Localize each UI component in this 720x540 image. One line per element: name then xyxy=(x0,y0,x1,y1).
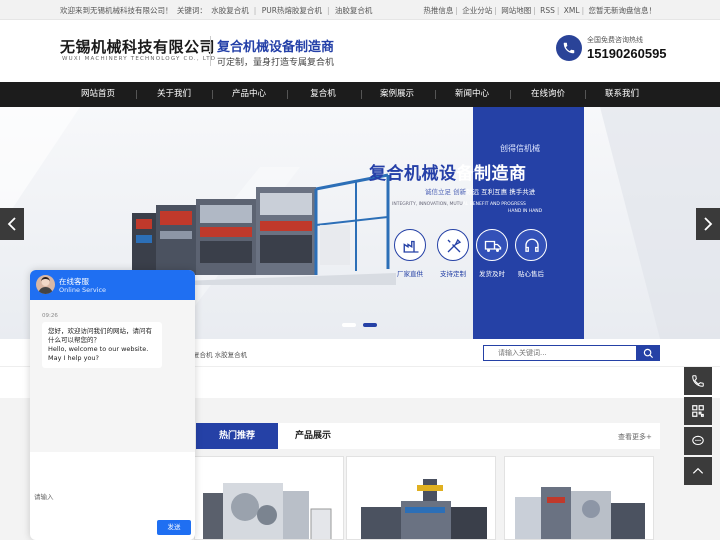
nav-item-composite-machine[interactable]: 复合机 xyxy=(285,82,361,107)
product-image xyxy=(515,487,645,539)
product-image xyxy=(361,479,487,539)
xml-link[interactable]: XML xyxy=(564,6,580,15)
qrcode-icon xyxy=(692,405,704,417)
feature-label: 支持定制 xyxy=(440,270,466,278)
top-bar-left: 欢迎来到无锡机械科技有限公司！ 关键词： 水胶复合机 | PUR热熔胶复合机 | 油… xyxy=(60,6,373,15)
tab-hot-recommend[interactable]: 热门推荐 xyxy=(196,423,278,449)
side-qrcode-button[interactable] xyxy=(684,397,712,425)
nav-item-news[interactable]: 新闻中心 xyxy=(434,82,510,107)
composite-machine-image xyxy=(126,173,396,285)
hotline-label: 全国免费咨询热线 xyxy=(587,36,643,44)
keyword-link[interactable]: 水胶复合机 xyxy=(211,6,249,15)
send-button[interactable]: 发送 xyxy=(157,520,191,535)
back-to-top-icon xyxy=(692,467,704,474)
search-button[interactable] xyxy=(637,345,660,361)
feature-label: 贴心售后 xyxy=(518,270,544,278)
hot-keywords[interactable]: 复合机 水胶复合机 xyxy=(193,349,247,359)
nav-item-cases[interactable]: 案例展示 xyxy=(359,82,435,107)
chat-input[interactable]: 请输入 xyxy=(34,491,54,501)
chat-header[interactable]: 在线客服 Online Service xyxy=(30,270,195,300)
phone-icon xyxy=(692,375,704,387)
carousel-prev-button[interactable] xyxy=(0,208,24,240)
nav-item-about[interactable]: 关于我们 xyxy=(136,82,212,107)
sitemap-link[interactable]: 网站地图 xyxy=(501,6,531,15)
header: 无锡机械科技有限公司 WUXI MACHINERY TECHNOLOGY CO.… xyxy=(0,20,720,82)
agent-avatar xyxy=(36,275,55,294)
feature-label: 发货及时 xyxy=(479,270,505,278)
nav-item-contact[interactable]: 联系我们 xyxy=(584,82,660,107)
main-nav: 网站首页 关于我们 产品中心 复合机 案例展示 新闻中心 在线询价 联系我们 xyxy=(0,82,720,107)
feature-label: 厂家直供 xyxy=(397,270,423,278)
welcome-text: 欢迎来到无锡机械科技有限公司！ xyxy=(60,6,173,15)
nav-item-products[interactable]: 产品中心 xyxy=(211,82,287,107)
banner-english-dark: INTEGRITY, INNOVATION, MUTU xyxy=(392,202,463,207)
chat-subtitle: Online Service xyxy=(59,286,107,294)
banner-title-light: 备制造商 xyxy=(456,164,527,184)
back-to-top-button[interactable] xyxy=(684,457,712,485)
nav-item-home[interactable]: 网站首页 xyxy=(60,82,136,107)
banner-values-light: 致远 互利互惠 携手共进 xyxy=(466,188,536,196)
wechat-icon xyxy=(692,435,704,446)
top-bar-links: 热推信息 | 企业分站 | 网站地图 | RSS | XML | 您暂无新询盘信息！ xyxy=(423,6,657,15)
logo-title[interactable]: 无锡机械科技有限公司 xyxy=(60,36,215,57)
slogan-sub: 可定制，量身打造专属复合机 xyxy=(217,58,335,68)
product-card[interactable] xyxy=(504,456,654,540)
welcome-message: 您好，欢迎访问我们的网站，请问有什么可以帮您的？ Hello, welcome … xyxy=(42,322,162,368)
banner-subtitle: 创得信机械 xyxy=(500,144,540,153)
banner-english: INTEGRITY, INNOVATION, MUTUAL BENEFIT AN… xyxy=(392,202,526,207)
sub-site-link[interactable]: 企业分站 xyxy=(462,6,492,15)
hotline-number: 15190260595 xyxy=(587,46,667,61)
product-card[interactable] xyxy=(346,456,496,540)
customer-service-icon xyxy=(515,229,547,261)
online-service-chat: 在线客服 Online Service 09:26 您好，欢迎访问我们的网站，请… xyxy=(30,270,195,540)
keyword-link[interactable]: 油胶复合机 xyxy=(335,6,373,15)
nav-item-inquiry[interactable]: 在线询价 xyxy=(510,82,586,107)
carousel-dot-active[interactable] xyxy=(363,323,377,327)
banner-values: 诚信立足 创新致远 互利互惠 携手共进 xyxy=(425,186,535,196)
banner-english-line2: HAND IN HAND xyxy=(508,209,543,214)
delivery-truck-icon xyxy=(476,229,508,261)
banner-blue-panel xyxy=(473,107,584,339)
product-card[interactable] xyxy=(194,456,344,540)
keywords-label: 关键词： xyxy=(176,6,207,15)
carousel-dot[interactable] xyxy=(342,323,356,327)
view-more-link[interactable]: 查看更多+ xyxy=(618,432,652,442)
hot-info-link[interactable]: 热推信息 xyxy=(423,6,453,15)
carousel-next-button[interactable] xyxy=(696,208,720,240)
banner-title-dark: 复合机械设 xyxy=(369,164,457,184)
tab-product-display[interactable]: 产品展示 xyxy=(295,423,331,449)
banner-values-dark: 诚信立足 创新 xyxy=(425,188,467,196)
keyword-link[interactable]: PUR热熔胶复合机 xyxy=(262,6,322,15)
slogan-main: 复合机械设备制造商 xyxy=(217,40,335,55)
top-bar: 欢迎来到无锡机械科技有限公司！ 关键词： 水胶复合机 | PUR热熔胶复合机 | 油… xyxy=(0,0,720,20)
banner-english-light: AL BENEFIT AND PROGRESS xyxy=(462,202,526,207)
side-phone-button[interactable] xyxy=(684,367,712,395)
tools-icon xyxy=(437,229,469,261)
rss-link[interactable]: RSS xyxy=(540,6,555,15)
phone-icon xyxy=(556,35,582,61)
banner-title: 复合机械设备制造商 xyxy=(369,159,527,184)
search-icon xyxy=(643,348,654,359)
factory-icon xyxy=(394,229,426,261)
chat-messages: 09:26 您好，欢迎访问我们的网站，请问有什么可以帮您的？ Hello, we… xyxy=(30,300,195,452)
search-input[interactable] xyxy=(483,345,637,361)
product-image xyxy=(203,483,332,539)
side-wechat-button[interactable] xyxy=(684,427,712,455)
logo-subtitle: WUXI MACHINERY TECHNOLOGY CO., LTD xyxy=(62,56,217,62)
message-time: 09:26 xyxy=(42,313,58,319)
logo-divider xyxy=(210,36,211,66)
inquiry-status[interactable]: 您暂无新询盘信息！ xyxy=(589,6,657,15)
